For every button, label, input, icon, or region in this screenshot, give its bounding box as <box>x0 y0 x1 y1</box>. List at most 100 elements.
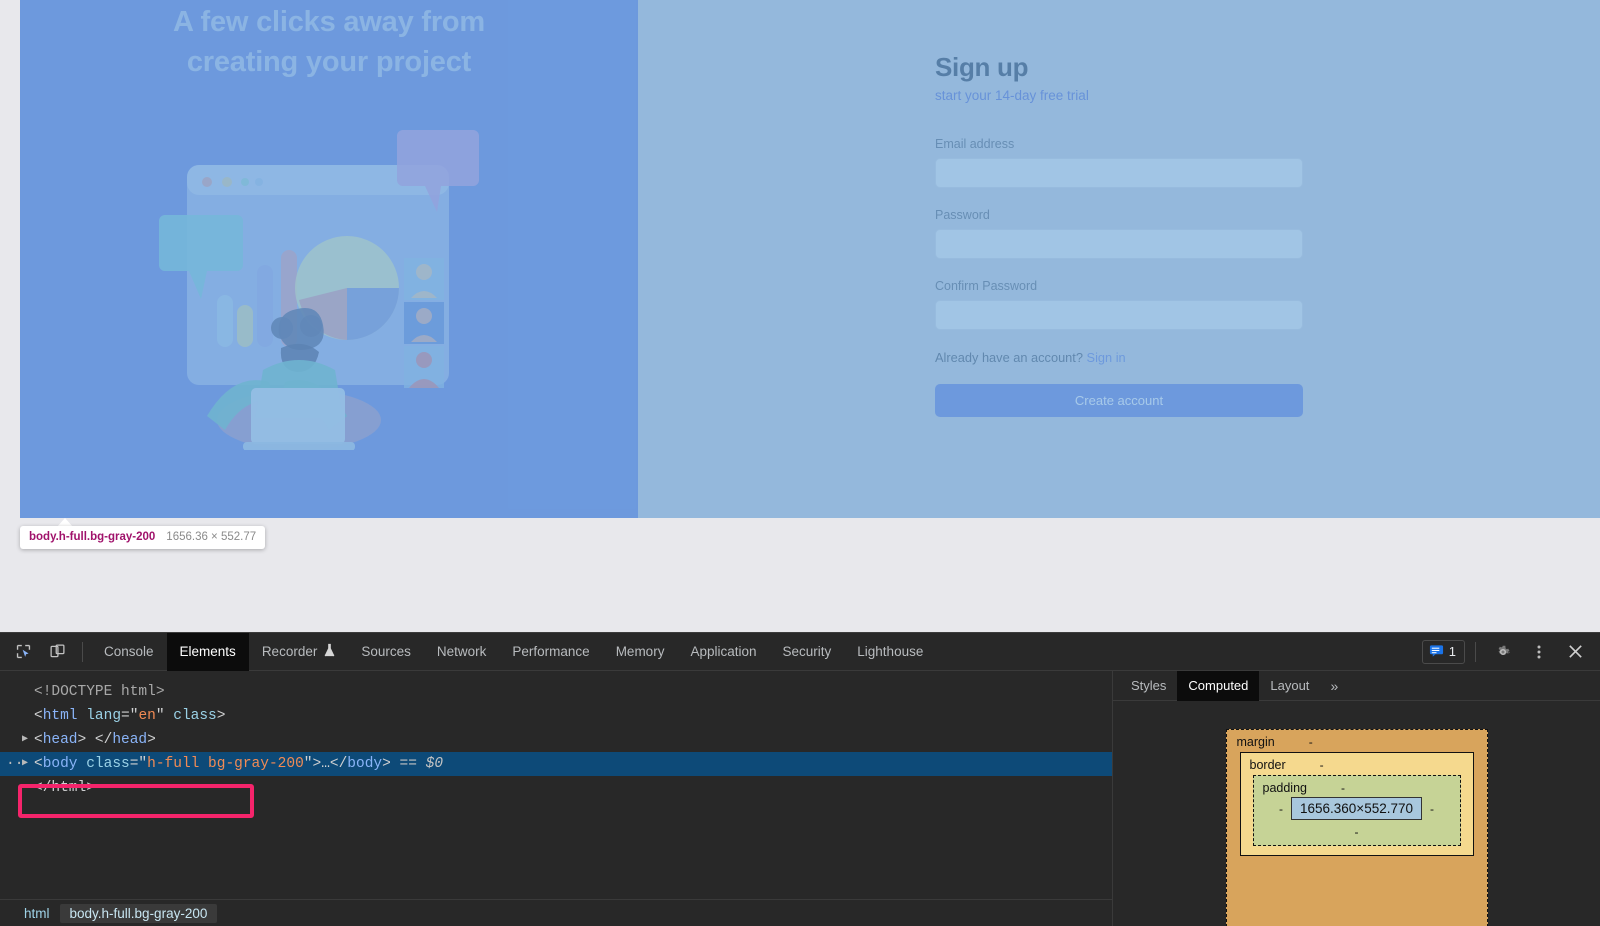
box-model-padding-label: padding <box>1262 781 1308 795</box>
body-selected-marker: == $0 <box>399 756 444 772</box>
body-tag-name: body <box>42 756 78 772</box>
body-twisty-icon[interactable]: ▶ <box>22 752 28 776</box>
tab-recorder-label: Recorder <box>261 644 318 659</box>
dom-line-html-open[interactable]: <html lang="en" class> <box>0 704 1112 728</box>
toolbar-divider <box>82 641 83 662</box>
box-model-padding-value[interactable]: - <box>1341 781 1345 795</box>
styles-sidebar-pane: Styles Computed Layout » margin - border… <box>1113 670 1600 926</box>
confirm-password-field[interactable] <box>935 300 1303 330</box>
hero-panel: A few clicks away from creating your pro… <box>20 0 638 518</box>
tab-elements[interactable]: Elements <box>166 632 249 671</box>
box-model-content-row: - 1656.360×552.770 - <box>1260 797 1454 820</box>
screen-root: A few clicks away from creating your pro… <box>0 0 1600 926</box>
analytics-dashboard-illustration <box>159 120 499 450</box>
tab-application-label: Application <box>690 644 757 659</box>
body-ellipsis-icon: ·· <box>6 756 24 772</box>
flask-icon <box>324 643 335 660</box>
box-model-margin-label: margin <box>1236 735 1275 749</box>
box-model-margin-row: margin - <box>1234 735 1480 749</box>
body-class-value: h-full bg-gray-200 <box>147 756 304 772</box>
box-model-border-value[interactable]: - <box>1320 758 1324 772</box>
close-icon[interactable] <box>1560 637 1590 667</box>
html-close-tag: </html> <box>34 780 95 796</box>
tab-security[interactable]: Security <box>770 633 845 671</box>
dom-line-body[interactable]: ·· ▶ <body class="h-full bg-gray-200">…<… <box>0 752 1112 776</box>
tab-computed-label: Computed <box>1188 678 1249 693</box>
doctype-text: <!DOCTYPE html> <box>34 684 165 700</box>
head-tag-name: head <box>42 732 78 748</box>
sign-in-link[interactable]: Sign in <box>1087 350 1126 365</box>
head-twisty-icon[interactable]: ▶ <box>22 728 28 752</box>
body-class-attr: class <box>86 756 130 772</box>
breadcrumb-item-html[interactable]: html <box>14 904 60 923</box>
tab-sources-label: Sources <box>361 644 411 659</box>
settings-gear-icon[interactable] <box>1488 637 1518 667</box>
already-have-account-text: Already have an account? Sign in <box>935 350 1303 365</box>
dom-line-html-close[interactable]: </html> <box>0 776 1112 800</box>
highlight-selector: body.h-full.bg-gray-200 <box>29 531 156 543</box>
tab-styles-label: Styles <box>1131 678 1167 693</box>
message-icon <box>1429 643 1444 661</box>
highlight-dimensions: 1656.36 × 552.77 <box>166 531 257 543</box>
computed-pane-content: margin - border - padding - - 1656.360×5… <box>1113 701 1600 926</box>
box-model-padding-left-value[interactable]: - <box>1279 802 1283 816</box>
page-title: Sign up <box>935 52 1029 82</box>
box-model-padding-row: padding - <box>1260 781 1454 795</box>
dom-line-head[interactable]: ▶ <head> </head> <box>0 728 1112 752</box>
box-model-padding-bottom-value[interactable]: - <box>1260 822 1454 839</box>
tab-computed[interactable]: Computed <box>1177 670 1260 701</box>
dom-tree-pane: <!DOCTYPE html> <html lang="en" class> ▶… <box>0 671 1113 926</box>
tab-console-label: Console <box>104 644 154 659</box>
hero-headline: A few clicks away from creating your pro… <box>172 6 486 78</box>
html-tag-name: html <box>42 708 78 724</box>
devtools-panel: Console Elements Recorder Sources Networ… <box>0 632 1600 926</box>
message-count-button[interactable]: 1 <box>1421 639 1465 664</box>
box-model-padding[interactable]: padding - - 1656.360×552.770 - - <box>1252 775 1461 846</box>
browser-viewport: A few clicks away from creating your pro… <box>0 0 1600 632</box>
dom-line-doctype[interactable]: <!DOCTYPE html> <box>0 680 1112 704</box>
tab-recorder[interactable]: Recorder <box>249 633 349 671</box>
signup-page: A few clicks away from creating your pro… <box>20 0 1600 518</box>
tab-security-label: Security <box>782 644 832 659</box>
tab-network-label: Network <box>436 644 487 659</box>
tab-layout[interactable]: Layout <box>1259 671 1320 701</box>
box-model-content-size[interactable]: 1656.360×552.770 <box>1291 797 1422 820</box>
breadcrumb: html body.h-full.bg-gray-200 <box>0 899 1112 926</box>
element-highlight-tooltip: body.h-full.bg-gray-200 1656.36 × 552.77 <box>20 526 266 549</box>
box-model-margin[interactable]: margin - border - padding - - 1656.360×5… <box>1225 729 1488 926</box>
already-label: Already have an account? <box>935 350 1083 365</box>
tab-performance[interactable]: Performance <box>499 633 602 671</box>
html-lang-attr: lang <box>86 708 122 724</box>
tab-memory-label: Memory <box>615 644 665 659</box>
confirm-password-label: Confirm Password <box>935 279 1038 293</box>
password-field[interactable] <box>935 229 1303 259</box>
device-toolbar-icon[interactable] <box>42 637 72 667</box>
box-model-margin-value[interactable]: - <box>1309 735 1313 749</box>
html-class-attr: class <box>173 708 217 724</box>
devtools-tabbar: Console Elements Recorder Sources Networ… <box>0 632 1600 671</box>
create-account-button[interactable]: Create account <box>935 384 1303 417</box>
more-options-icon[interactable] <box>1524 637 1554 667</box>
box-model-border[interactable]: border - padding - - 1656.360×552.770 - … <box>1239 752 1474 856</box>
box-model-border-label: border <box>1249 758 1286 772</box>
breadcrumb-item-body[interactable]: body.h-full.bg-gray-200 <box>59 904 218 923</box>
password-label: Password <box>935 208 990 222</box>
page-subtitle: start your 14-day free trial <box>935 88 1089 103</box>
box-model-padding-right-value[interactable]: - <box>1430 802 1434 816</box>
tab-console[interactable]: Console <box>91 633 167 671</box>
tab-application[interactable]: Application <box>677 633 769 671</box>
tab-network[interactable]: Network <box>424 633 500 671</box>
signup-form: Sign up start your 14-day free trial Ema… <box>935 52 1303 518</box>
tab-elements-label: Elements <box>179 644 236 659</box>
email-field[interactable] <box>935 158 1303 188</box>
tab-lighthouse[interactable]: Lighthouse <box>844 633 936 671</box>
inspect-element-icon[interactable] <box>8 637 38 667</box>
dom-tree: <!DOCTYPE html> <html lang="en" class> ▶… <box>0 671 1112 800</box>
sidebar-tabbar: Styles Computed Layout » <box>1113 670 1600 701</box>
tab-styles[interactable]: Styles <box>1120 671 1177 701</box>
email-label: Email address <box>935 137 1015 151</box>
more-tabs-chevron-icon[interactable]: » <box>1320 678 1348 694</box>
tab-sources[interactable]: Sources <box>348 633 424 671</box>
message-count: 1 <box>1448 644 1456 659</box>
tab-memory[interactable]: Memory <box>603 633 678 671</box>
